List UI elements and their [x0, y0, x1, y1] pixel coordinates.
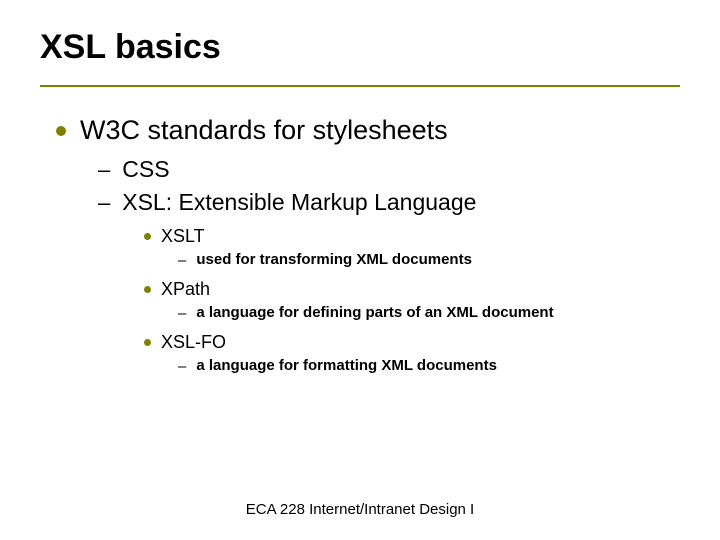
bullet-level2-text: CSS [122, 156, 169, 183]
bullet-level3-text: XPath [161, 279, 210, 300]
dash-bullet-icon: – [178, 252, 186, 269]
dash-bullet-icon: – [178, 358, 186, 375]
bullet-level3-text: XSL-FO [161, 332, 226, 353]
slide-title: XSL basics [40, 28, 680, 67]
title-wrap: XSL basics [0, 0, 720, 75]
dash-bullet-icon: – [98, 157, 110, 183]
dash-bullet-icon: – [178, 305, 186, 322]
bullet-level3-text: XSLT [161, 226, 205, 247]
disc-bullet-icon [144, 339, 151, 346]
bullet-level4-text: a language for defining parts of an XML … [196, 304, 553, 321]
bullet-level4: – a language for formatting XML document… [178, 357, 680, 375]
dash-bullet-icon: – [98, 190, 110, 216]
bullet-level2: – CSS [98, 156, 680, 183]
disc-bullet-icon [56, 126, 66, 136]
level2-group: – CSS – XSL: Extensible Markup Language … [98, 156, 680, 375]
slide-footer: ECA 228 Internet/Intranet Design I [0, 501, 720, 518]
disc-bullet-icon [144, 286, 151, 293]
bullet-level4: – used for transforming XML documents [178, 251, 680, 269]
disc-bullet-icon [144, 233, 151, 240]
slide-content: W3C standards for stylesheets – CSS – XS… [0, 87, 720, 375]
bullet-level2: – XSL: Extensible Markup Language [98, 189, 680, 216]
bullet-level1: W3C standards for stylesheets [56, 115, 680, 146]
slide: XSL basics W3C standards for stylesheets… [0, 0, 720, 540]
bullet-level3: XPath [144, 279, 680, 300]
bullet-level2-text: XSL: Extensible Markup Language [122, 189, 476, 216]
level4-group: – a language for defining parts of an XM… [178, 304, 680, 322]
level4-group: – used for transforming XML documents [178, 251, 680, 269]
level3-group: XSLT – used for transforming XML documen… [144, 226, 680, 375]
bullet-level4: – a language for defining parts of an XM… [178, 304, 680, 322]
bullet-level3: XSL-FO [144, 332, 680, 353]
bullet-level4-text: a language for formatting XML documents [196, 357, 497, 374]
bullet-level4-text: used for transforming XML documents [196, 251, 472, 268]
bullet-level1-text: W3C standards for stylesheets [80, 115, 448, 146]
level4-group: – a language for formatting XML document… [178, 357, 680, 375]
bullet-level3: XSLT [144, 226, 680, 247]
